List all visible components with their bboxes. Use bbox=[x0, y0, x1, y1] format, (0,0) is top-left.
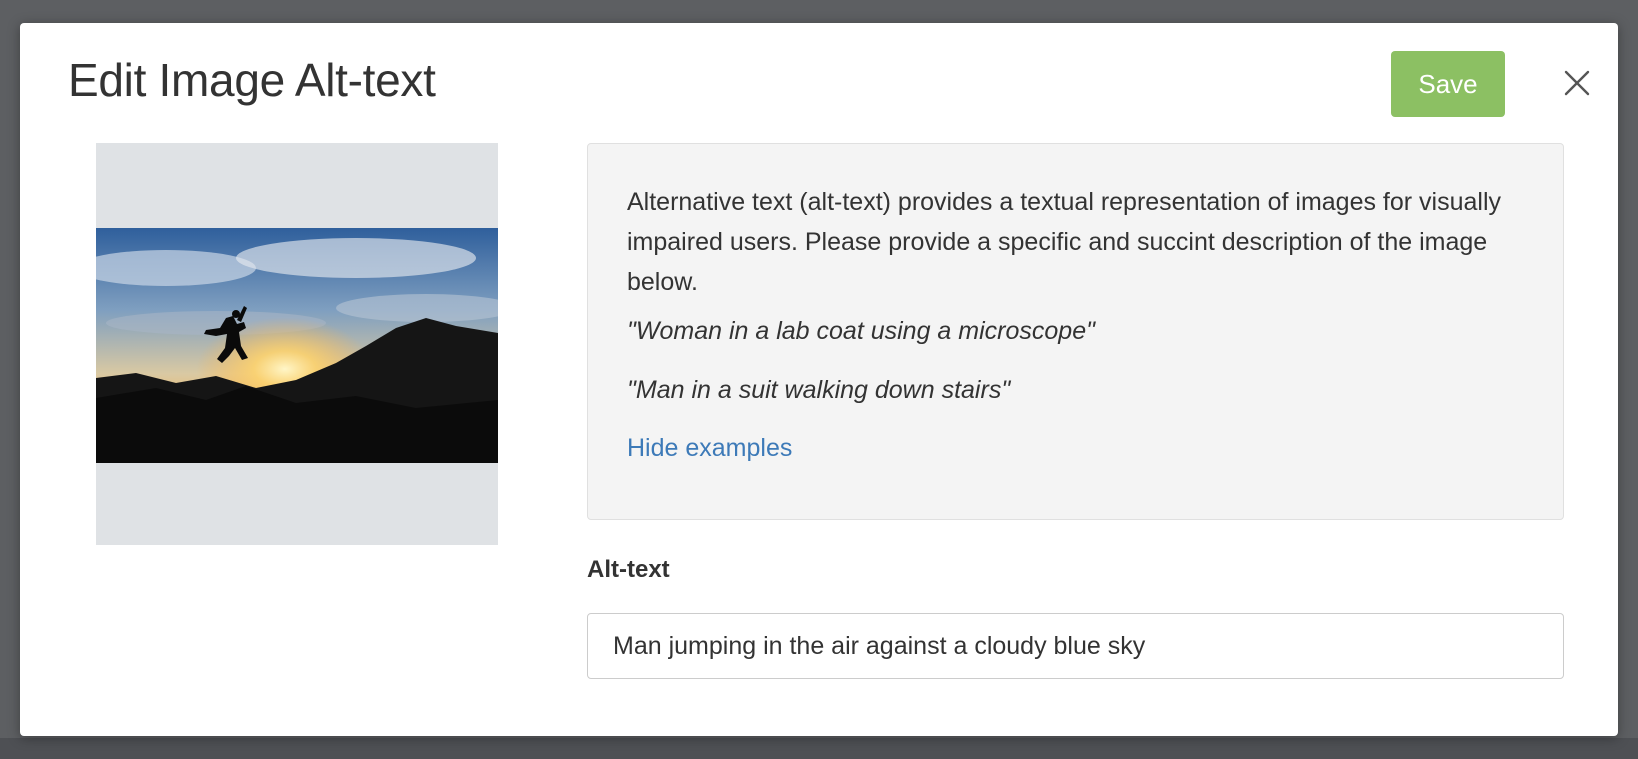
example-item: "Man in a suit walking down stairs" bbox=[627, 376, 1011, 404]
backdrop-page-edge bbox=[0, 738, 1638, 759]
example-item: "Woman in a lab coat using a microscope" bbox=[627, 317, 1095, 345]
save-button[interactable]: Save bbox=[1391, 51, 1505, 117]
help-description: Alternative text (alt-text) provides a t… bbox=[627, 188, 1502, 296]
image-preview bbox=[96, 143, 498, 545]
dialog-title: Edit Image Alt-text bbox=[68, 54, 436, 106]
alt-text-input[interactable] bbox=[587, 613, 1564, 679]
alt-text-label: Alt-text bbox=[587, 556, 670, 583]
hide-examples-link[interactable]: Hide examples bbox=[627, 434, 792, 463]
preview-photo bbox=[96, 228, 498, 463]
close-icon[interactable] bbox=[1559, 65, 1595, 101]
edit-alt-text-dialog: Edit Image Alt-text Save Alternative tex… bbox=[20, 23, 1618, 736]
alt-text-help-panel: Alternative text (alt-text) provides a t… bbox=[587, 143, 1564, 520]
